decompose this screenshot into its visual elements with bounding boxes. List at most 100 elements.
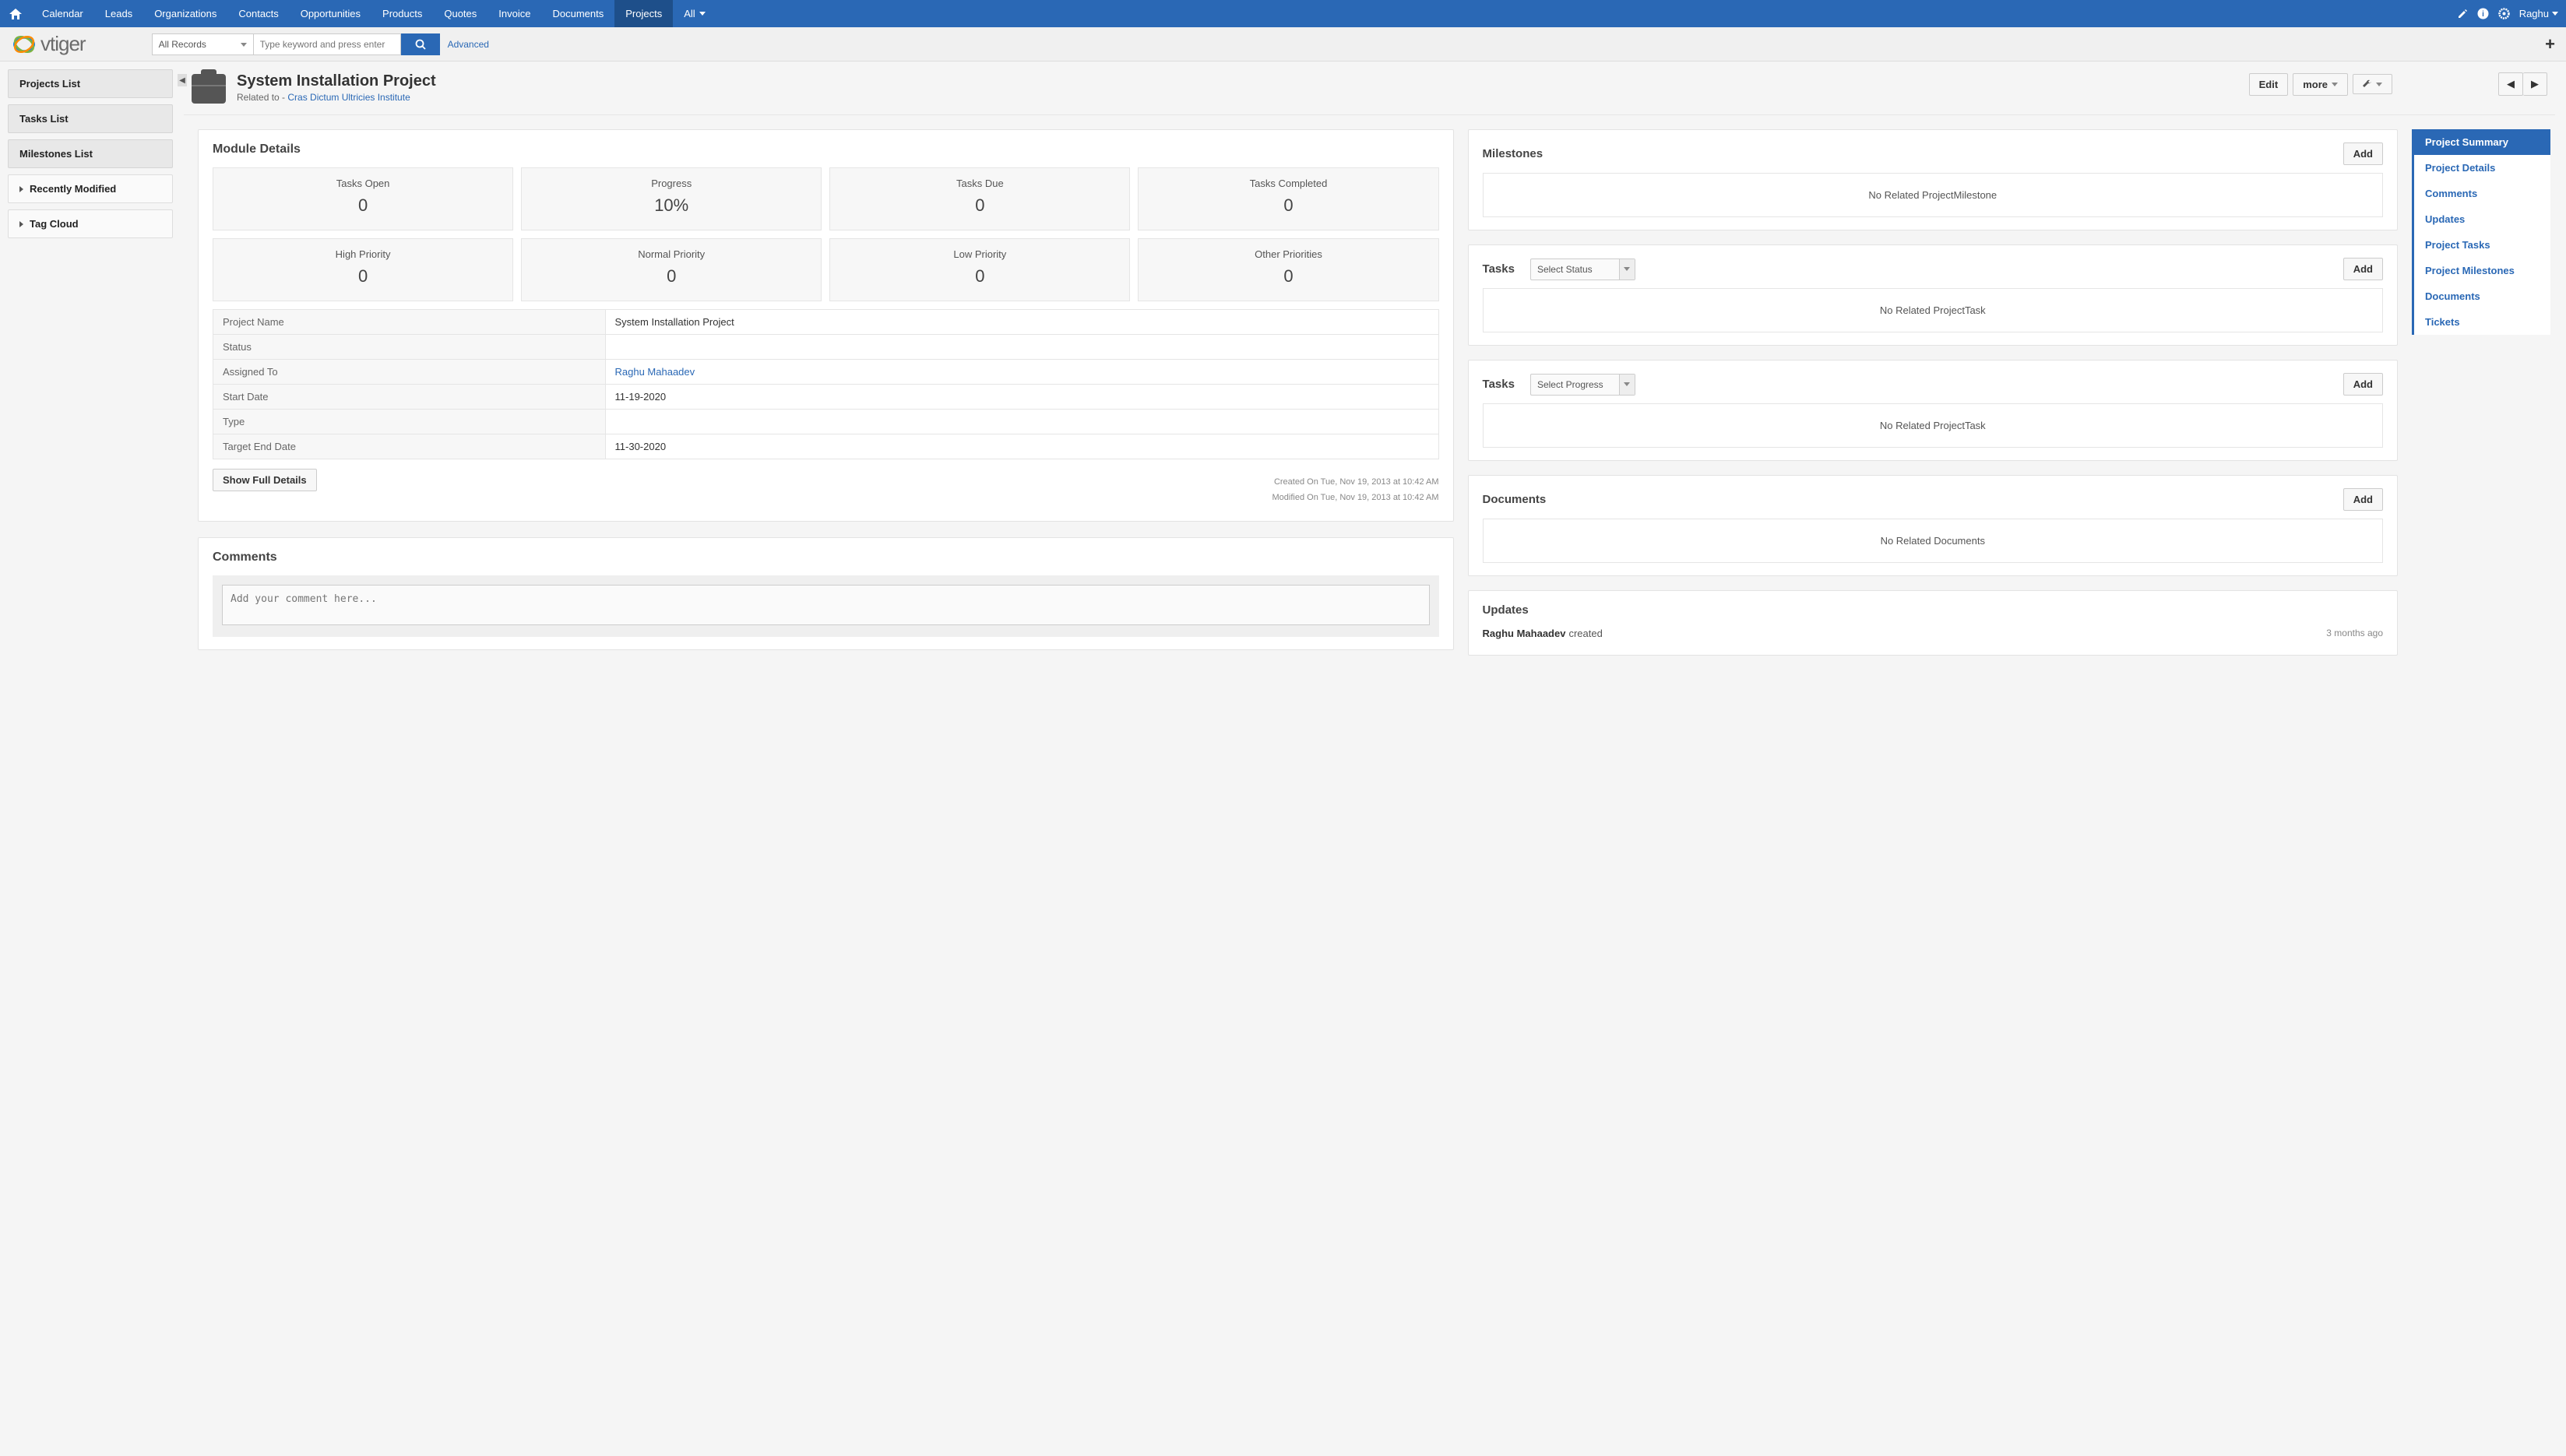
nav-products[interactable]: Products: [371, 0, 433, 27]
top-navbar: CalendarLeadsOrganizationsContactsOpport…: [0, 0, 2566, 27]
details-table: Project NameSystem Installation ProjectS…: [213, 309, 1439, 459]
chevron-down-icon: [1619, 259, 1635, 280]
comments-panel: Comments: [198, 537, 1454, 650]
stat-tile: Tasks Due0: [829, 167, 1130, 230]
nav-quotes[interactable]: Quotes: [433, 0, 488, 27]
stat-tile: Other Priorities0: [1138, 238, 1438, 301]
home-icon[interactable]: [0, 0, 31, 27]
table-row: Target End Date11-30-2020: [213, 434, 1439, 459]
logo-icon: [11, 33, 37, 55]
add-milestone-button[interactable]: Add: [2343, 142, 2383, 165]
records-dropdown[interactable]: All Records: [152, 33, 253, 55]
chevron-down-icon: [1619, 375, 1635, 395]
nav-contacts[interactable]: Contacts: [227, 0, 289, 27]
nav-documents[interactable]: Documents: [541, 0, 614, 27]
tasks-status-empty: No Related ProjectTask: [1483, 288, 2383, 332]
tasks-progress-widget: Tasks Select Progress Add No Related Pro…: [1468, 360, 2398, 461]
edit-button[interactable]: Edit: [2249, 73, 2289, 96]
header-bar: vtiger All Records Advanced +: [0, 27, 2566, 62]
nav-leads[interactable]: Leads: [94, 0, 143, 27]
search-icon: [415, 39, 426, 50]
table-row: Status: [213, 335, 1439, 360]
related-to-link[interactable]: Cras Dictum Ultricies Institute: [287, 92, 410, 103]
table-row: Project NameSystem Installation Project: [213, 310, 1439, 335]
tasks-progress-empty: No Related ProjectTask: [1483, 403, 2383, 448]
milestones-title: Milestones: [1483, 147, 1543, 160]
nav-invoice[interactable]: Invoice: [488, 0, 541, 27]
sidebar-projects-list[interactable]: Projects List: [8, 69, 173, 98]
pencil-icon[interactable]: [2457, 9, 2468, 19]
comment-input[interactable]: [222, 585, 1430, 625]
module-details-title: Module Details: [213, 142, 1439, 157]
rightnav-updates[interactable]: Updates: [2414, 206, 2550, 232]
logo[interactable]: vtiger: [11, 32, 86, 56]
sidebar-recently-modified[interactable]: Recently Modified: [8, 174, 173, 203]
rightnav-documents[interactable]: Documents: [2414, 283, 2550, 309]
nav-all[interactable]: All: [673, 0, 716, 27]
record-header: System Installation Project Related to -…: [184, 72, 2555, 115]
chevron-down-icon: [2376, 83, 2382, 86]
briefcase-icon: [192, 74, 226, 104]
update-row: Raghu Mahaadev created3 months ago: [1483, 624, 2383, 642]
record-subtitle: Related to - Cras Dictum Ultricies Insti…: [237, 92, 436, 103]
tasks-progress-title: Tasks: [1483, 378, 1515, 391]
rightnav-project-milestones[interactable]: Project Milestones: [2414, 258, 2550, 283]
logo-text: vtiger: [40, 32, 86, 56]
search-button[interactable]: [401, 33, 440, 55]
module-details-panel: Module Details Tasks Open0Progress10%Tas…: [198, 129, 1454, 522]
table-row: Assigned ToRaghu Mahaadev: [213, 360, 1439, 385]
created-on-text: Created On Tue, Nov 19, 2013 at 10:42 AM: [1272, 477, 1439, 487]
documents-widget: Documents Add No Related Documents: [1468, 475, 2398, 576]
svg-text:i: i: [2482, 10, 2484, 19]
nav-organizations[interactable]: Organizations: [143, 0, 227, 27]
chevron-down-icon: [241, 43, 247, 47]
nav-calendar[interactable]: Calendar: [31, 0, 94, 27]
tools-button[interactable]: [2353, 74, 2392, 94]
chevron-right-icon: [19, 186, 23, 192]
add-document-button[interactable]: Add: [2343, 488, 2383, 511]
sidebar-collapse-handle[interactable]: ◀: [178, 74, 187, 86]
wrench-icon: [2363, 79, 2372, 89]
rightnav-comments[interactable]: Comments: [2414, 181, 2550, 206]
sidebar-milestones-list[interactable]: Milestones List: [8, 139, 173, 168]
add-task-button[interactable]: Add: [2343, 258, 2383, 280]
assigned-to-link[interactable]: Raghu Mahaadev: [615, 366, 695, 378]
documents-title: Documents: [1483, 493, 1547, 506]
gear-icon[interactable]: [2498, 8, 2510, 19]
modified-on-text: Modified On Tue, Nov 19, 2013 at 10:42 A…: [1272, 493, 1439, 502]
show-full-details-button[interactable]: Show Full Details: [213, 469, 317, 491]
next-record-button[interactable]: ▶: [2523, 72, 2547, 96]
task-status-dropdown[interactable]: Select Status: [1530, 258, 1635, 280]
chevron-down-icon: [2332, 83, 2338, 86]
task-progress-dropdown[interactable]: Select Progress: [1530, 374, 1635, 396]
sidebar-tag-cloud[interactable]: Tag Cloud: [8, 209, 173, 238]
stat-tile: High Priority0: [213, 238, 513, 301]
right-nav: Project SummaryProject DetailsCommentsUp…: [2412, 129, 2550, 335]
chevron-down-icon: [2552, 12, 2558, 16]
updates-widget: Updates Raghu Mahaadev created3 months a…: [1468, 590, 2398, 656]
nav-projects[interactable]: Projects: [614, 0, 673, 27]
updates-title: Updates: [1483, 603, 1529, 617]
comments-title: Comments: [213, 550, 1439, 564]
more-button[interactable]: more: [2293, 73, 2348, 96]
table-row: Type: [213, 410, 1439, 434]
nav-opportunities[interactable]: Opportunities: [290, 0, 371, 27]
chevron-right-icon: [19, 221, 23, 227]
info-icon[interactable]: i: [2477, 8, 2489, 19]
rightnav-project-details[interactable]: Project Details: [2414, 155, 2550, 181]
stat-tile: Tasks Open0: [213, 167, 513, 230]
record-title: System Installation Project: [237, 72, 436, 90]
user-menu[interactable]: Raghu: [2519, 8, 2558, 19]
prev-record-button[interactable]: ◀: [2498, 72, 2523, 96]
stat-tile: Normal Priority0: [521, 238, 822, 301]
left-sidebar: Projects List Tasks List Milestones List R…: [0, 62, 181, 656]
tasks-status-title: Tasks: [1483, 262, 1515, 276]
add-button[interactable]: +: [2545, 34, 2555, 55]
rightnav-project-tasks[interactable]: Project Tasks: [2414, 232, 2550, 258]
rightnav-project-summary[interactable]: Project Summary: [2414, 129, 2550, 155]
advanced-search-link[interactable]: Advanced: [448, 39, 489, 50]
sidebar-tasks-list[interactable]: Tasks List: [8, 104, 173, 133]
rightnav-tickets[interactable]: Tickets: [2414, 309, 2550, 335]
search-input[interactable]: [253, 33, 401, 55]
add-task-progress-button[interactable]: Add: [2343, 373, 2383, 396]
